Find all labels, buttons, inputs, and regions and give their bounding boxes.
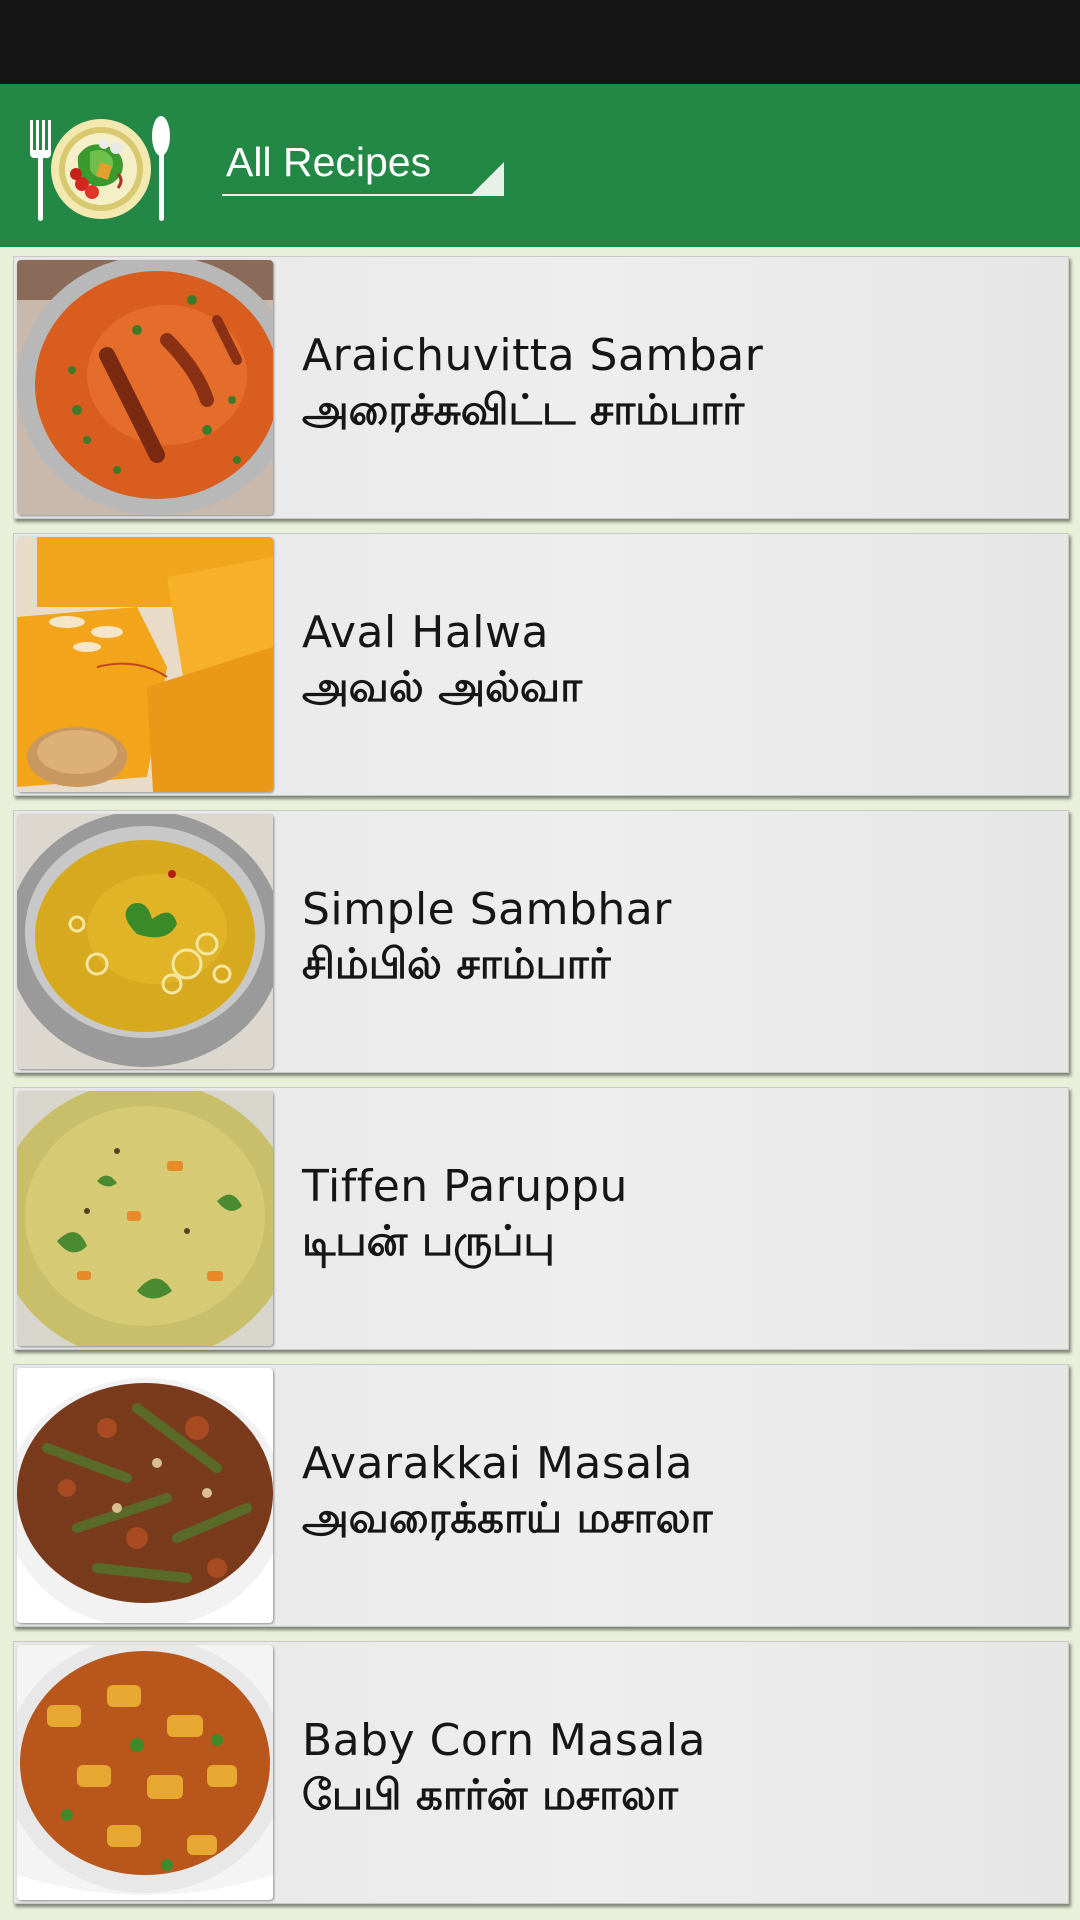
recipe-text: Avarakkai Masala அவரைக்காய் மசாலா [302,1437,1042,1545]
recipe-title-tamil: டிபன் பருப்பு [302,1216,555,1265]
recipe-text: Baby Corn Masala பேபி கார்ன் மசாலா [302,1714,1042,1822]
recipe-title-english: Tiffen Paruppu [302,1161,628,1212]
recipe-item-avarakkai-masala[interactable]: Avarakkai Masala அவரைக்காய் மசாலா [13,1364,1069,1627]
recipe-title-english: Avarakkai Masala [302,1438,693,1489]
recipe-text: Aval Halwa அவல் அல்வா [302,606,1042,714]
recipe-title-tamil: பேபி கார்ன் மசாலா [302,1770,678,1819]
recipe-title-tamil: அவரைக்காய் மசாலா [302,1493,713,1542]
baby-corn-masala-bowl-image [17,1645,273,1900]
recipe-title-tamil: அரைச்சுவிட்ட சாம்பார் [302,385,745,434]
status-bar [0,0,1080,84]
recipe-title-english: Simple Sambhar [302,884,672,935]
recipe-title-english: Aval Halwa [302,607,549,658]
app-bar: All Recipes [0,84,1080,247]
dropdown-arrow-icon [472,162,504,194]
category-spinner-label: All Recipes [226,139,432,185]
food-plate-logo-icon [30,114,172,224]
recipe-title-english: Baby Corn Masala [302,1715,706,1766]
recipe-text: Tiffen Paruppu டிபன் பருப்பு [302,1160,1042,1268]
recipe-title-english: Araichuvitta Sambar [302,330,764,381]
recipe-title-tamil: அவல் அல்வா [302,662,583,711]
paruppu-dal-image [17,1091,273,1346]
recipe-item-araichuvitta-sambar[interactable]: Araichuvitta Sambar அரைச்சுவிட்ட சாம்பார… [13,256,1069,519]
recipe-item-aval-halwa[interactable]: Aval Halwa அவல் அல்வா [13,533,1069,796]
recipe-list[interactable]: Araichuvitta Sambar அரைச்சுவிட்ட சாம்பார… [0,247,1080,1920]
sambar-bowl-image [17,260,273,515]
recipe-item-baby-corn-masala[interactable]: Baby Corn Masala பேபி கார்ன் மசாலா [13,1641,1069,1904]
recipe-item-simple-sambhar[interactable]: Simple Sambhar சிம்பில் சாம்பார் [13,810,1069,1073]
recipe-item-tiffen-paruppu[interactable]: Tiffen Paruppu டிபன் பருப்பு [13,1087,1069,1350]
category-spinner[interactable]: All Recipes [222,138,504,196]
halwa-pieces-image [17,537,273,792]
sambhar-pot-image [17,814,273,1069]
avarakkai-masala-bowl-image [17,1368,273,1623]
recipe-title-tamil: சிம்பில் சாம்பார் [302,939,611,988]
recipe-text: Araichuvitta Sambar அரைச்சுவிட்ட சாம்பார… [302,329,1042,437]
recipe-text: Simple Sambhar சிம்பில் சாம்பார் [302,883,1042,991]
